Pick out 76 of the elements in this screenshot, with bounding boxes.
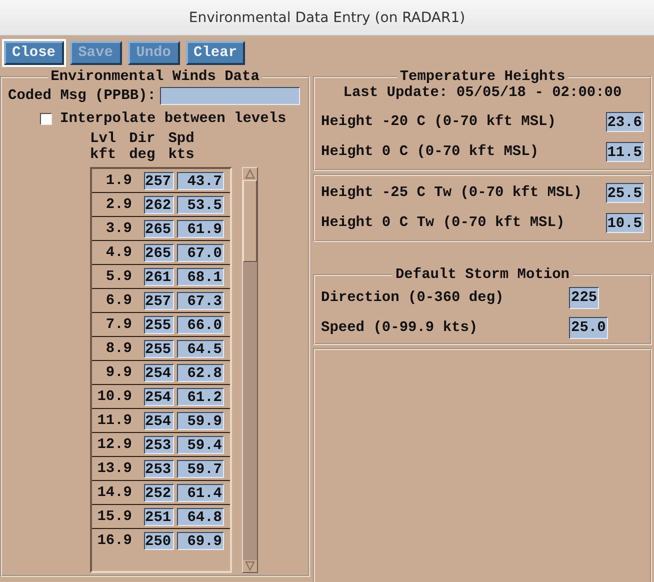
- field-label: Speed (0-99.9 kts): [321, 320, 479, 336]
- direction-field[interactable]: 250: [144, 532, 174, 550]
- field-label: Coded Msg (PPBB):: [8, 88, 156, 104]
- column-header: Dir deg: [129, 131, 156, 163]
- level-cell-text: 3.9: [104, 220, 132, 236]
- speed-field[interactable]: 67.3: [177, 292, 224, 310]
- direction-field[interactable]: 261: [144, 268, 174, 286]
- input-field[interactable]: 10.5: [606, 213, 644, 233]
- column-header: Lvl kft: [90, 131, 116, 163]
- direction-field[interactable]: 255: [144, 340, 174, 358]
- toolbar-button[interactable]: Close: [4, 41, 64, 65]
- field-label: Height 0 C (0-70 kft MSL): [321, 144, 539, 160]
- field-label: Height -25 C Tw (0-70 kft MSL): [321, 185, 582, 201]
- level-cell-text: 12.9: [96, 436, 132, 452]
- level-cell-text: 4.9: [104, 244, 132, 260]
- toolbar-button[interactable]: Clear: [186, 41, 246, 65]
- direction-field[interactable]: 251: [144, 508, 174, 526]
- field-label: Direction (0-360 deg): [321, 290, 505, 306]
- panel-title: Default Storm Motion: [394, 267, 571, 283]
- speed-field[interactable]: 59.7: [177, 460, 224, 478]
- input-field[interactable]: [160, 87, 300, 105]
- input-field[interactable]: 25.5: [606, 183, 644, 203]
- level-cell-text: 8.9: [104, 340, 132, 356]
- direction-field[interactable]: 257: [144, 292, 174, 310]
- direction-field[interactable]: 254: [144, 364, 174, 382]
- direction-field[interactable]: 253: [144, 460, 174, 478]
- speed-field[interactable]: 61.9: [177, 220, 224, 238]
- level-cell-text: 9.9: [104, 364, 132, 380]
- input-field[interactable]: 25.0: [569, 317, 608, 339]
- level-cell-text: 7.9: [104, 316, 132, 332]
- input-field[interactable]: 225: [569, 287, 600, 309]
- column-header: Spd kts: [168, 131, 194, 163]
- speed-field[interactable]: 53.5: [177, 196, 224, 214]
- level-cell-text: 11.9: [96, 412, 132, 428]
- level-cell-text: 14.9: [96, 484, 132, 500]
- speed-field[interactable]: 59.4: [177, 436, 224, 454]
- level-cell-text: 13.9: [96, 460, 132, 476]
- speed-field[interactable]: 67.0: [177, 244, 224, 262]
- speed-field[interactable]: 69.9: [177, 532, 224, 550]
- speed-field[interactable]: 62.8: [177, 364, 224, 382]
- level-cell-text: 1.9: [104, 172, 132, 188]
- window-title: Environmental Data Entry (on RADAR1): [188, 10, 466, 26]
- input-field[interactable]: 23.6: [606, 112, 644, 132]
- panel-title: Environmental Winds Data: [50, 69, 260, 85]
- level-cell-text: 6.9: [104, 292, 132, 308]
- direction-field[interactable]: 254: [144, 412, 174, 430]
- speed-field[interactable]: 68.1: [177, 268, 224, 286]
- input-field[interactable]: 11.5: [606, 142, 644, 162]
- speed-field[interactable]: 43.7: [177, 172, 224, 190]
- direction-field[interactable]: 254: [144, 388, 174, 406]
- checkbox-label: Interpolate between levels: [60, 111, 286, 127]
- field-label: Height -20 C (0-70 kft MSL): [321, 114, 556, 130]
- field-label: Height 0 C Tw (0-70 kft MSL): [321, 215, 565, 231]
- last-update-text: Last Update: 05/05/18 - 02:00:00: [342, 85, 623, 101]
- scrollbar[interactable]: [242, 167, 258, 573]
- level-cell-text: 5.9: [104, 268, 132, 284]
- direction-field[interactable]: 262: [144, 196, 174, 214]
- direction-field[interactable]: 265: [144, 220, 174, 238]
- direction-field[interactable]: 265: [144, 244, 174, 262]
- level-cell-text: 2.9: [104, 196, 132, 212]
- direction-field[interactable]: 253: [144, 436, 174, 454]
- direction-field[interactable]: 252: [144, 484, 174, 502]
- speed-field[interactable]: 61.2: [177, 388, 224, 406]
- speed-field[interactable]: 61.4: [177, 484, 224, 502]
- scroll-thumb[interactable]: [243, 180, 257, 262]
- speed-field[interactable]: 64.5: [177, 340, 224, 358]
- level-cell-text: 10.9: [96, 388, 132, 404]
- checkbox[interactable]: [40, 113, 52, 125]
- speed-field[interactable]: 66.0: [177, 316, 224, 334]
- level-cell-text: 15.9: [96, 508, 132, 524]
- level-cell-text: 16.9: [96, 532, 132, 548]
- direction-field[interactable]: 255: [144, 316, 174, 334]
- direction-field[interactable]: 257: [144, 172, 174, 190]
- speed-field[interactable]: 59.9: [177, 412, 224, 430]
- speed-field[interactable]: 64.8: [177, 508, 224, 526]
- panel-title: Temperature Heights: [398, 69, 566, 85]
